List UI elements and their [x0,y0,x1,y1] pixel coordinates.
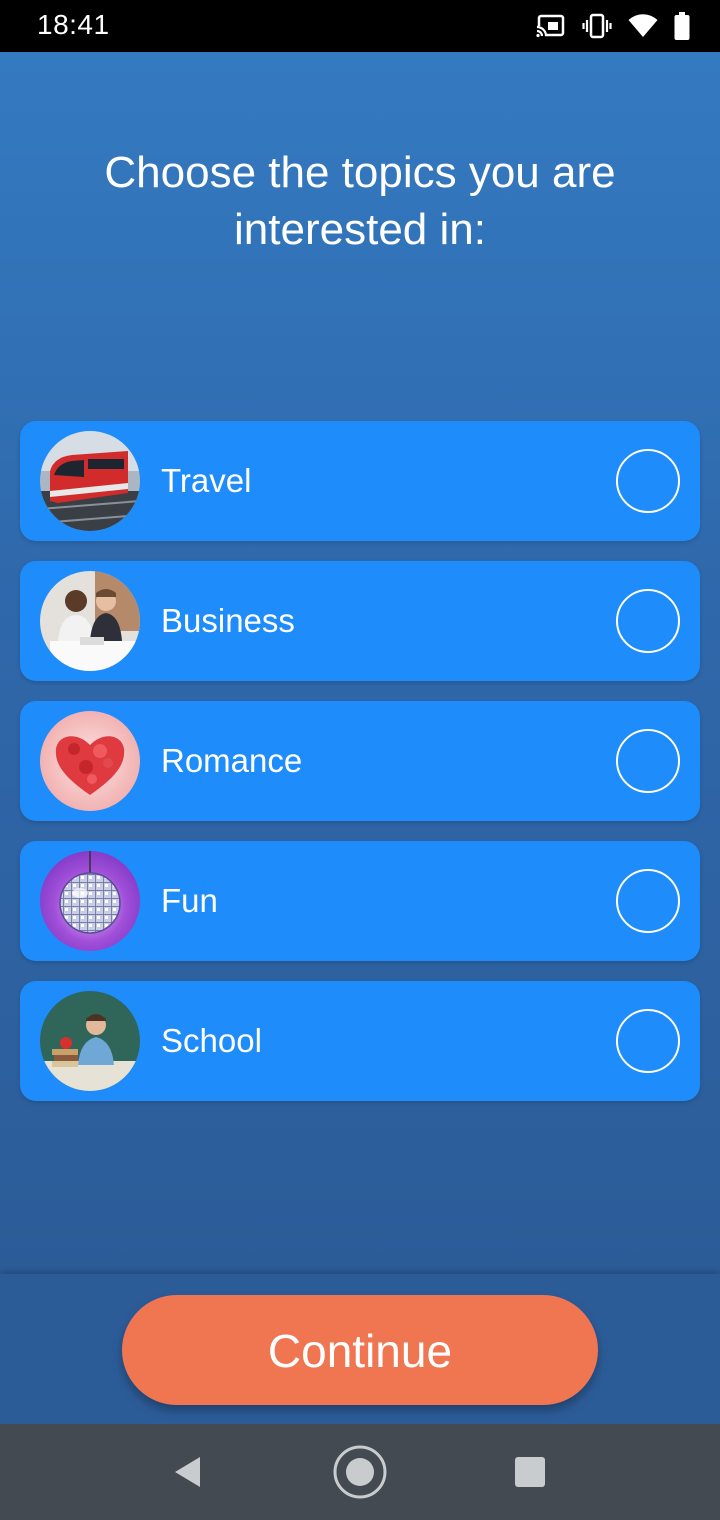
vibrate-icon [582,13,612,39]
cast-icon [536,14,566,38]
topic-card-fun[interactable]: Fun [20,841,700,961]
battery-icon [674,12,690,40]
business-meeting-image [40,571,140,671]
topic-label: Travel [161,462,252,499]
topic-radio[interactable] [616,1009,680,1073]
disco-ball-image [40,851,140,951]
status-icons [536,12,690,40]
page-title: Choose the topics you are interested in: [104,148,616,254]
topic-label: Romance [161,742,303,779]
topic-card-business[interactable]: Business [20,561,700,681]
topic-label: Business [161,602,295,639]
continue-button[interactable]: Continue [122,1295,598,1405]
topic-card-school[interactable]: School [20,981,700,1101]
rose-petal-heart-image [40,711,140,811]
topic-radio[interactable] [616,449,680,513]
topic-label: Fun [161,882,218,919]
topic-radio[interactable] [616,589,680,653]
topic-label: School [161,1022,262,1059]
bottom-action-bar: Continue [0,1274,720,1424]
wifi-icon [628,14,658,38]
topic-card-travel[interactable]: Travel [20,421,700,541]
train-image [40,431,140,531]
home-icon[interactable] [328,1424,392,1520]
topic-list: Travel Business Romance Fun School [20,421,700,1121]
status-time: 18:41 [37,9,110,40]
topic-radio[interactable] [616,729,680,793]
back-icon[interactable] [158,1424,218,1520]
teacher-image [40,991,140,1091]
status-bar: 18:41 [0,0,720,52]
recents-icon[interactable] [500,1424,560,1520]
topic-radio[interactable] [616,869,680,933]
navigation-bar [0,1424,720,1520]
topic-card-romance[interactable]: Romance [20,701,700,821]
